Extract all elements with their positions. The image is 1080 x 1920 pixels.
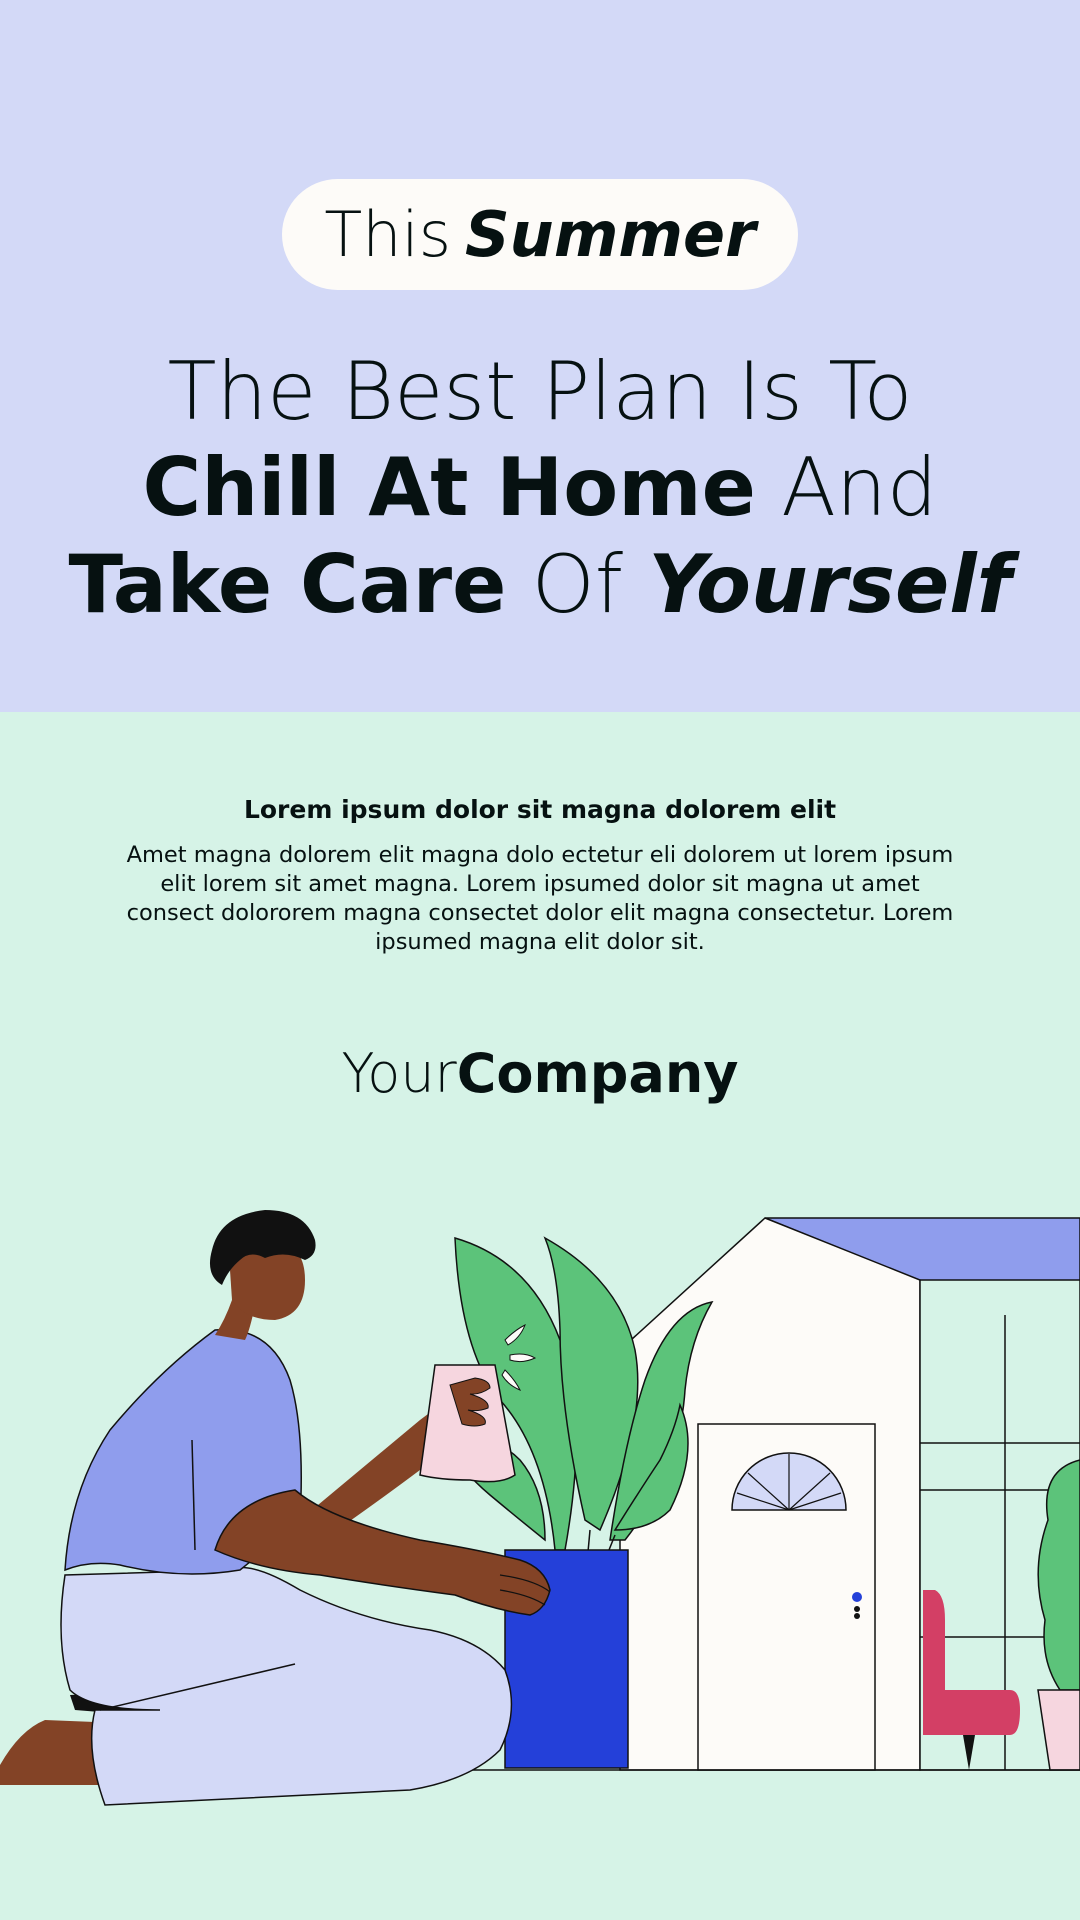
headline-and: And [781, 441, 938, 534]
headline-of: Of [531, 538, 623, 631]
headline-line-1: The Best Plan Is To [167, 345, 913, 438]
summer-badge: This Summer [282, 179, 798, 290]
body-paragraph: Amet magna dolorem elit magna dolo ectet… [126, 842, 954, 955]
headline-take-care: Take Care [68, 538, 507, 631]
subheading: Lorem ipsum dolor sit magna dolorem elit [243, 795, 837, 824]
headline-yourself: Yourself [648, 538, 1012, 631]
badge-light-text: This [324, 198, 452, 271]
headline-line-3: Take Care Of Yourself [0, 545, 1080, 625]
company-logo: YourCompany [0, 1042, 1080, 1105]
badge-bold-text: Summer [465, 198, 756, 271]
home-plant-illustration [0, 1210, 1080, 1806]
company-light: Your [341, 1042, 457, 1105]
company-bold: Company [456, 1042, 739, 1105]
headline-line-2: Chill At Home And [0, 448, 1080, 528]
headline-chill-at-home: Chill At Home [142, 441, 756, 534]
